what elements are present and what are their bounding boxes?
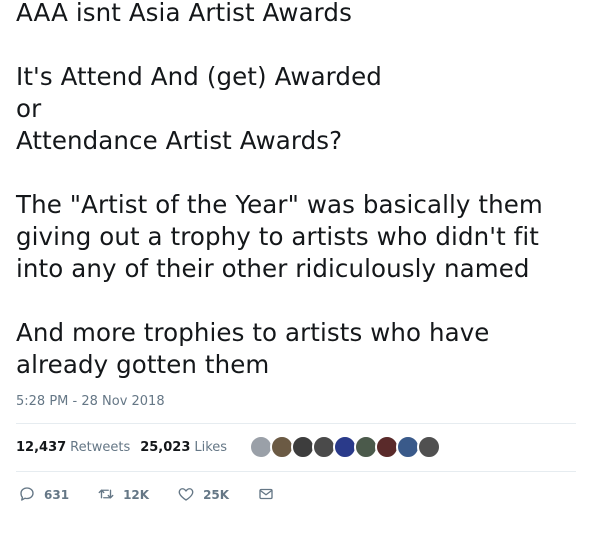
retweet-button[interactable]: 12K xyxy=(97,485,149,503)
message-button[interactable] xyxy=(257,485,283,503)
tweet-detail: AAA isnt Asia Artist Awards It's Attend … xyxy=(0,0,595,533)
likes-label: Likes xyxy=(194,439,228,455)
likes-stat[interactable]: 25,023 Likes xyxy=(140,440,227,455)
retweet-icon xyxy=(98,489,114,499)
liker-avatar[interactable] xyxy=(417,435,442,459)
tweet-line: Attendance Artist Awards? xyxy=(16,126,343,155)
tweet-line: already gotten them xyxy=(16,350,270,379)
retweets-label: Retweets xyxy=(70,439,131,455)
retweets-count: 12,437 xyxy=(16,439,67,455)
liker-avatars xyxy=(249,435,442,459)
retweets-stat[interactable]: 12,437 Retweets xyxy=(16,440,130,455)
tweet-stats: 12,437 Retweets 25,023 Likes xyxy=(16,424,442,470)
tweet-line: AAA isnt Asia Artist Awards xyxy=(16,0,352,27)
envelope-icon xyxy=(259,488,273,500)
reply-icon xyxy=(20,487,34,501)
tweet-line: into any of their other ridiculously nam… xyxy=(16,254,530,283)
divider xyxy=(16,471,576,472)
tweet-line: The "Artist of the Year" was basically t… xyxy=(16,190,543,219)
tweet-line: It's Attend And (get) Awarded xyxy=(16,62,382,91)
tweet-line: And more trophies to artists who have xyxy=(16,318,490,347)
like-count: 25K xyxy=(203,488,230,502)
heart-icon xyxy=(178,488,194,501)
tweet-actions: 631 12K 25K xyxy=(18,480,311,508)
reply-button[interactable]: 631 xyxy=(18,485,69,503)
tweet-line: giving out a trophy to artists who didn'… xyxy=(16,222,539,251)
tweet-text: AAA isnt Asia Artist Awards It's Attend … xyxy=(16,0,586,381)
likes-count: 25,023 xyxy=(140,439,191,455)
retweet-count: 12K xyxy=(123,488,150,502)
like-button[interactable]: 25K xyxy=(177,485,229,503)
reply-count: 631 xyxy=(44,488,70,502)
tweet-line: or xyxy=(16,94,42,123)
tweet-timestamp[interactable]: 5:28 PM - 28 Nov 2018 xyxy=(16,394,165,409)
